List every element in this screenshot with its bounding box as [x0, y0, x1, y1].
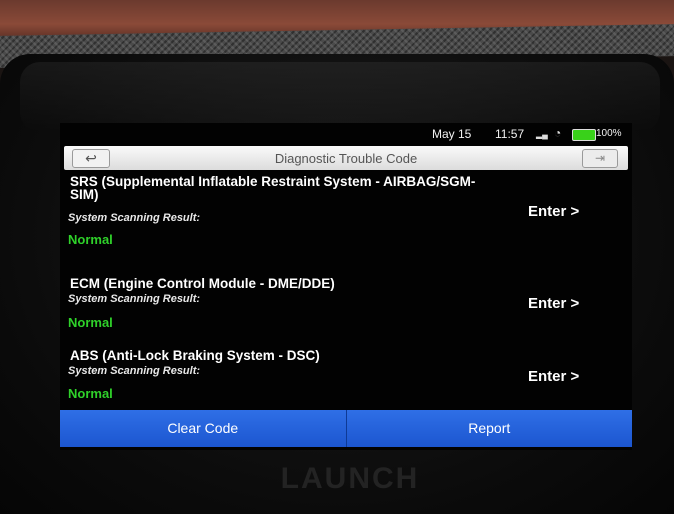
- scan-result-value: Normal: [68, 315, 113, 330]
- scan-result-label: System Scanning Result:: [68, 293, 201, 305]
- exit-button[interactable]: ⇥: [582, 149, 618, 168]
- device-screen: May 15 11:57 ▂▄ ◔ 100% ↩ Diagnostic Trou…: [60, 123, 632, 450]
- exit-icon: ⇥: [594, 151, 606, 165]
- enter-button-ecm[interactable]: Enter >: [528, 295, 579, 312]
- clear-code-button[interactable]: Clear Code: [60, 410, 347, 447]
- page-title: Diagnostic Trouble Code: [274, 151, 418, 166]
- status-date: May 15: [432, 127, 472, 141]
- report-button[interactable]: Report: [346, 410, 632, 447]
- status-bar: May 15 11:57 ▂▄ ◔ 100%: [60, 123, 632, 145]
- battery-percent: 100%: [596, 128, 622, 139]
- scan-result-value: Normal: [68, 386, 113, 401]
- system-name: SRS (Supplemental Inflatable Restraint S…: [70, 174, 476, 202]
- system-name: ECM (Engine Control Module - DME/DDE): [70, 276, 335, 291]
- title-bar: ↩ Diagnostic Trouble Code ⇥: [64, 146, 628, 170]
- enter-button-abs[interactable]: Enter >: [528, 368, 579, 385]
- brand-logo: LAUNCH: [280, 462, 420, 495]
- scan-result-label: System Scanning Result:: [68, 212, 201, 224]
- system-name: ABS (Anti-Lock Braking System - DSC): [70, 348, 320, 363]
- bottom-action-bar: Clear Code Report: [60, 410, 632, 447]
- status-time: 11:57: [495, 127, 525, 141]
- enter-button-srs[interactable]: Enter >: [528, 203, 579, 220]
- scan-result-label: System Scanning Result:: [68, 365, 201, 377]
- scan-result-value: Normal: [68, 232, 113, 247]
- battery-icon: [572, 129, 596, 141]
- signal-icon: ▂▄: [536, 130, 548, 139]
- wifi-icon: ◔: [554, 126, 562, 140]
- device-glare: [20, 62, 660, 132]
